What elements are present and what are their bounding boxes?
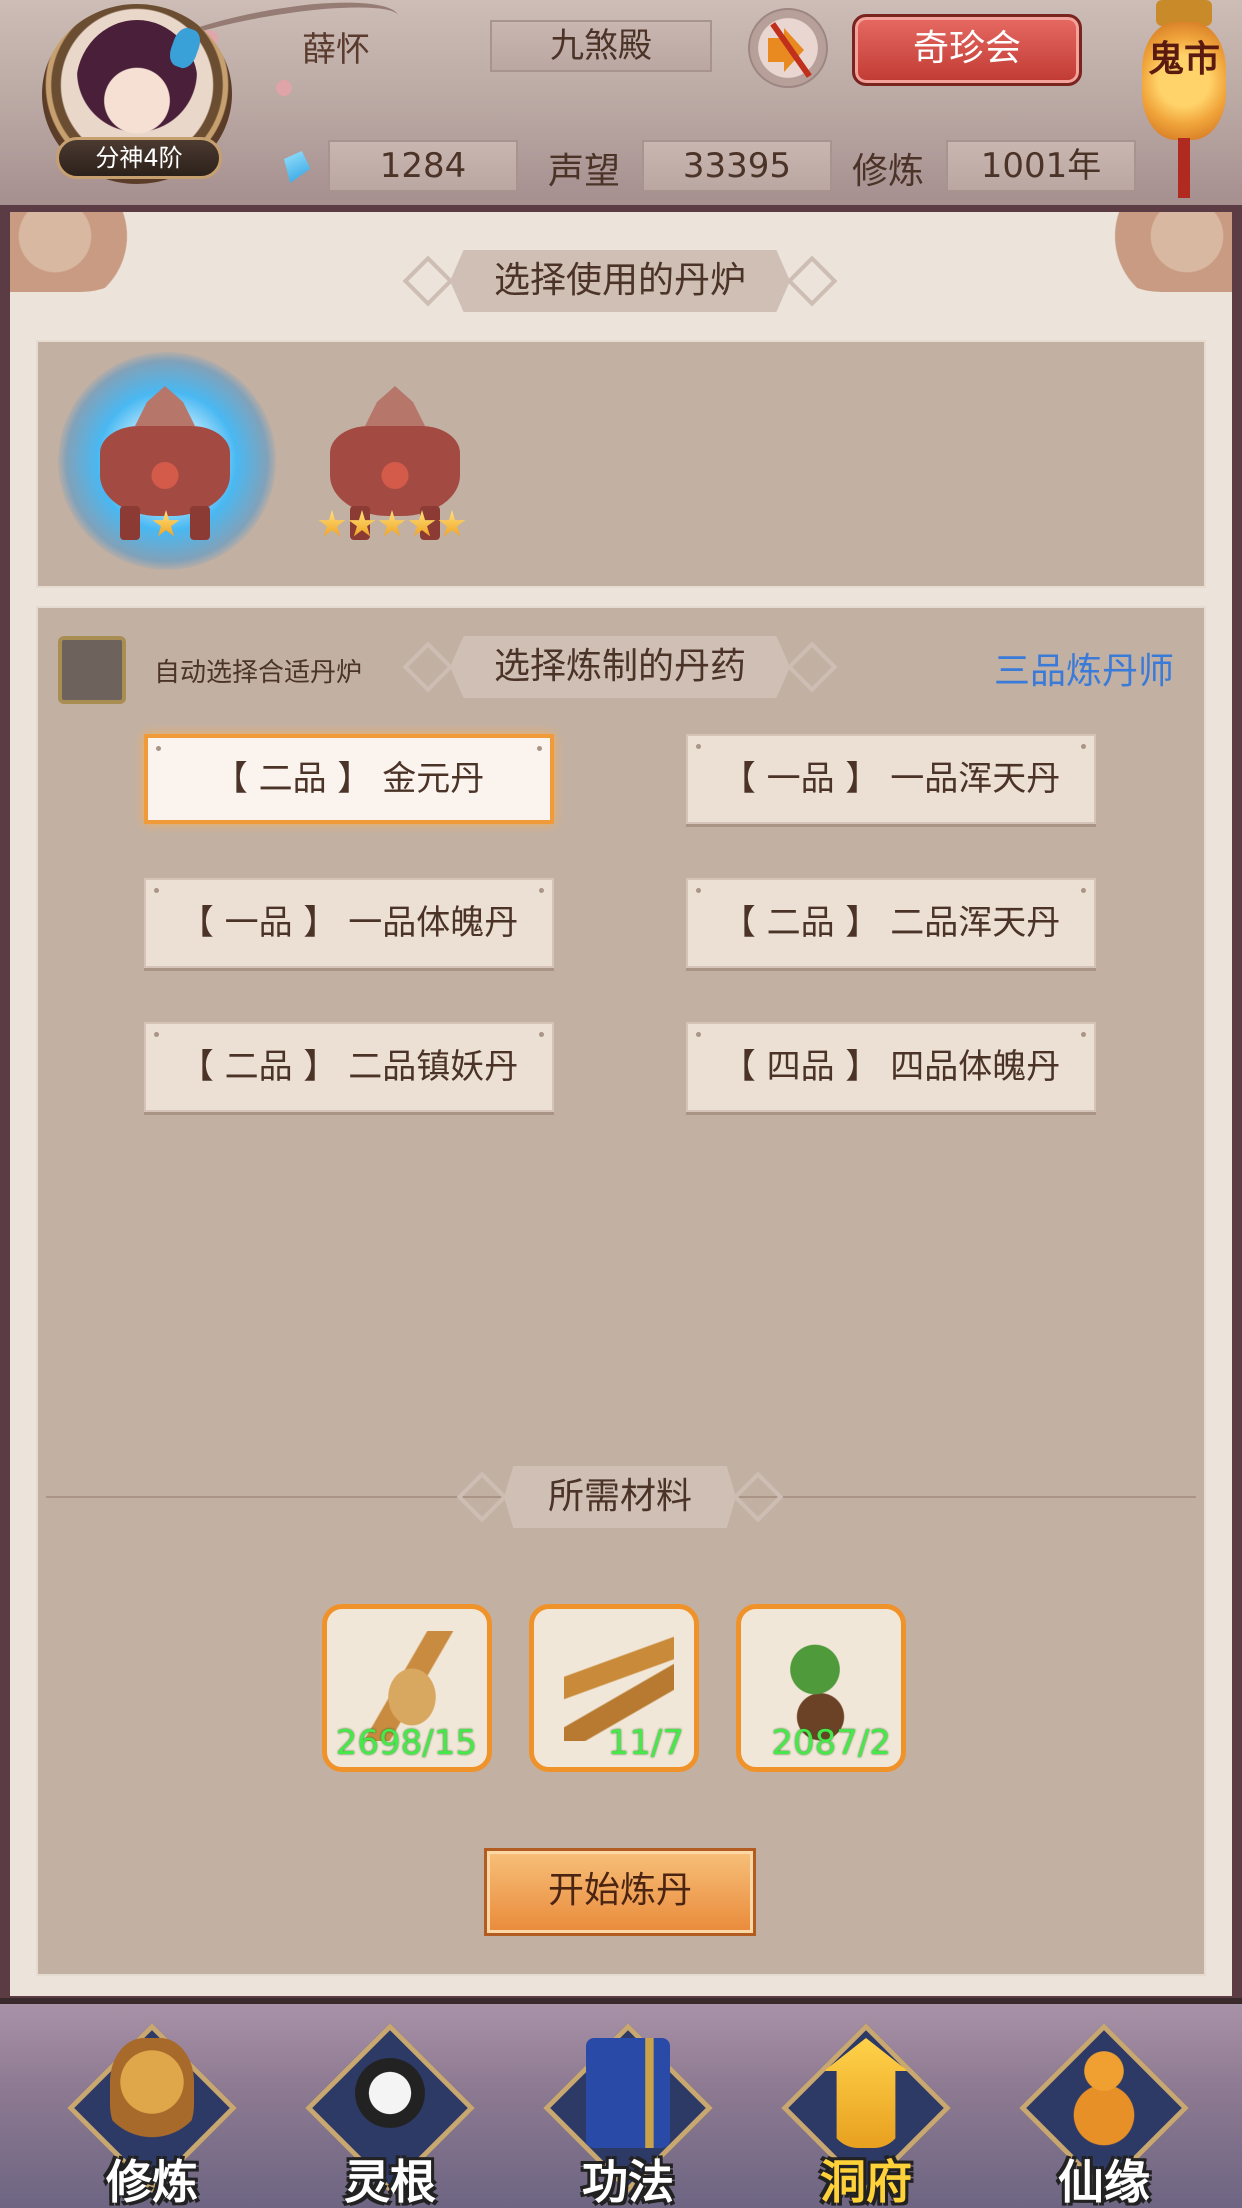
banner-wing-right [786, 255, 838, 307]
star-icon [318, 510, 346, 537]
blossom-decoration [276, 80, 292, 96]
ghost-market-label: 鬼市 [1142, 22, 1226, 140]
furnace-leg [190, 506, 210, 540]
furnace-pot [330, 426, 460, 516]
nav-label: 功法 [582, 2155, 674, 2208]
material-slot-herb[interactable]: 2087/2 [736, 1604, 906, 1772]
realm-rank-badge: 分神4阶 [56, 137, 222, 179]
material-slot-ginseng[interactable]: 2698/15 [322, 1604, 492, 1772]
player-name: 薛怀 [302, 30, 370, 70]
nav-label: 修炼 [106, 2155, 198, 2208]
furnace-section-title-text: 选择使用的丹炉 [449, 250, 790, 312]
material-count: 2087/2 [771, 1723, 891, 1763]
nav-label: 洞府 [820, 2155, 912, 2208]
material-count: 11/7 [607, 1723, 684, 1763]
banner-wing-right [786, 641, 838, 693]
nav-cave-dwelling[interactable]: 洞府 [776, 2018, 956, 2208]
gourd-icon [1062, 2038, 1146, 2148]
pill-option[interactable]: 【 二品 】 二品镇妖丹 [144, 1022, 554, 1112]
materials-section-title-text: 所需材料 [503, 1466, 736, 1528]
auto-select-label: 自动选择合适丹炉 [154, 658, 363, 688]
nav-technique[interactable]: 功法 [538, 2018, 718, 2208]
star-icon [438, 510, 466, 537]
materials-section-title: 所需材料 [392, 1464, 848, 1530]
furnace-section-title: 选择使用的丹炉 [392, 248, 848, 314]
nav-label: 灵根 [344, 2155, 436, 2208]
gem-count: 1284 [328, 140, 518, 192]
banner-wing-left [402, 255, 454, 307]
material-count: 2698/15 [335, 1723, 477, 1763]
furnace-1-stars [152, 510, 180, 538]
pill-option[interactable]: 【 一品 】 一品体魄丹 [144, 878, 554, 968]
pill-section-title: 选择炼制的丹药 [392, 634, 848, 700]
spirit-stone-icon [277, 146, 315, 188]
pill-option[interactable]: 【 二品 】 二品浑天丹 [686, 878, 1096, 968]
sect-name: 九煞殿 [490, 20, 712, 72]
reputation-value: 33395 [642, 140, 832, 192]
lantern-tassel [1178, 138, 1190, 198]
treasure-auction-button[interactable]: 奇珍会 [852, 14, 1082, 86]
pill-option[interactable]: 【 四品 】 四品体魄丹 [686, 1022, 1096, 1112]
alchemist-rank: 三品炼丹师 [994, 651, 1175, 692]
technique-book-icon [586, 2038, 670, 2148]
cultivation-years: 1001年 [946, 140, 1136, 192]
star-icon [348, 510, 376, 537]
cultivate-icon [110, 2038, 194, 2148]
nav-label: 仙缘 [1058, 2155, 1150, 2208]
nav-fate[interactable]: 仙缘 [1014, 2018, 1194, 2208]
reputation-label: 声望 [548, 151, 621, 192]
cultivation-label: 修炼 [852, 151, 925, 192]
nav-spirit-root[interactable]: 灵根 [300, 2018, 480, 2208]
ghost-market-lantern-button[interactable]: 鬼市 [1138, 0, 1230, 200]
material-slot-cordyceps[interactable]: 11/7 [529, 1604, 699, 1772]
pill-option[interactable]: 【 二品 】 金元丹 [144, 734, 554, 824]
furnace-leg [120, 506, 140, 540]
bottom-navigation: 修炼 灵根 功法 洞府 仙缘 [0, 1998, 1242, 2208]
pill-section-title-text: 选择炼制的丹药 [449, 636, 790, 698]
star-icon [378, 510, 406, 537]
nav-cultivate[interactable]: 修炼 [62, 2018, 242, 2208]
banner-wing-left [456, 1471, 508, 1523]
banner-wing-right [732, 1471, 784, 1523]
pill-option[interactable]: 【 一品 】 一品浑天丹 [686, 734, 1096, 824]
top-status-bar: 分神4阶 薛怀 九煞殿 奇珍会 鬼市 1284 声望 33395 修炼 1001… [0, 0, 1242, 205]
furnace-pot [100, 426, 230, 516]
banner-wing-left [402, 641, 454, 693]
auto-select-furnace-checkbox[interactable] [58, 636, 126, 704]
spirit-root-icon [348, 2038, 432, 2148]
start-alchemy-button[interactable]: 开始炼丹 [484, 1848, 756, 1936]
furnace-roof [135, 386, 195, 426]
furnace-roof [365, 386, 425, 426]
sound-toggle-button[interactable] [748, 8, 828, 88]
furnace-2-stars [318, 510, 466, 538]
star-icon [152, 510, 180, 537]
star-icon [408, 510, 436, 537]
